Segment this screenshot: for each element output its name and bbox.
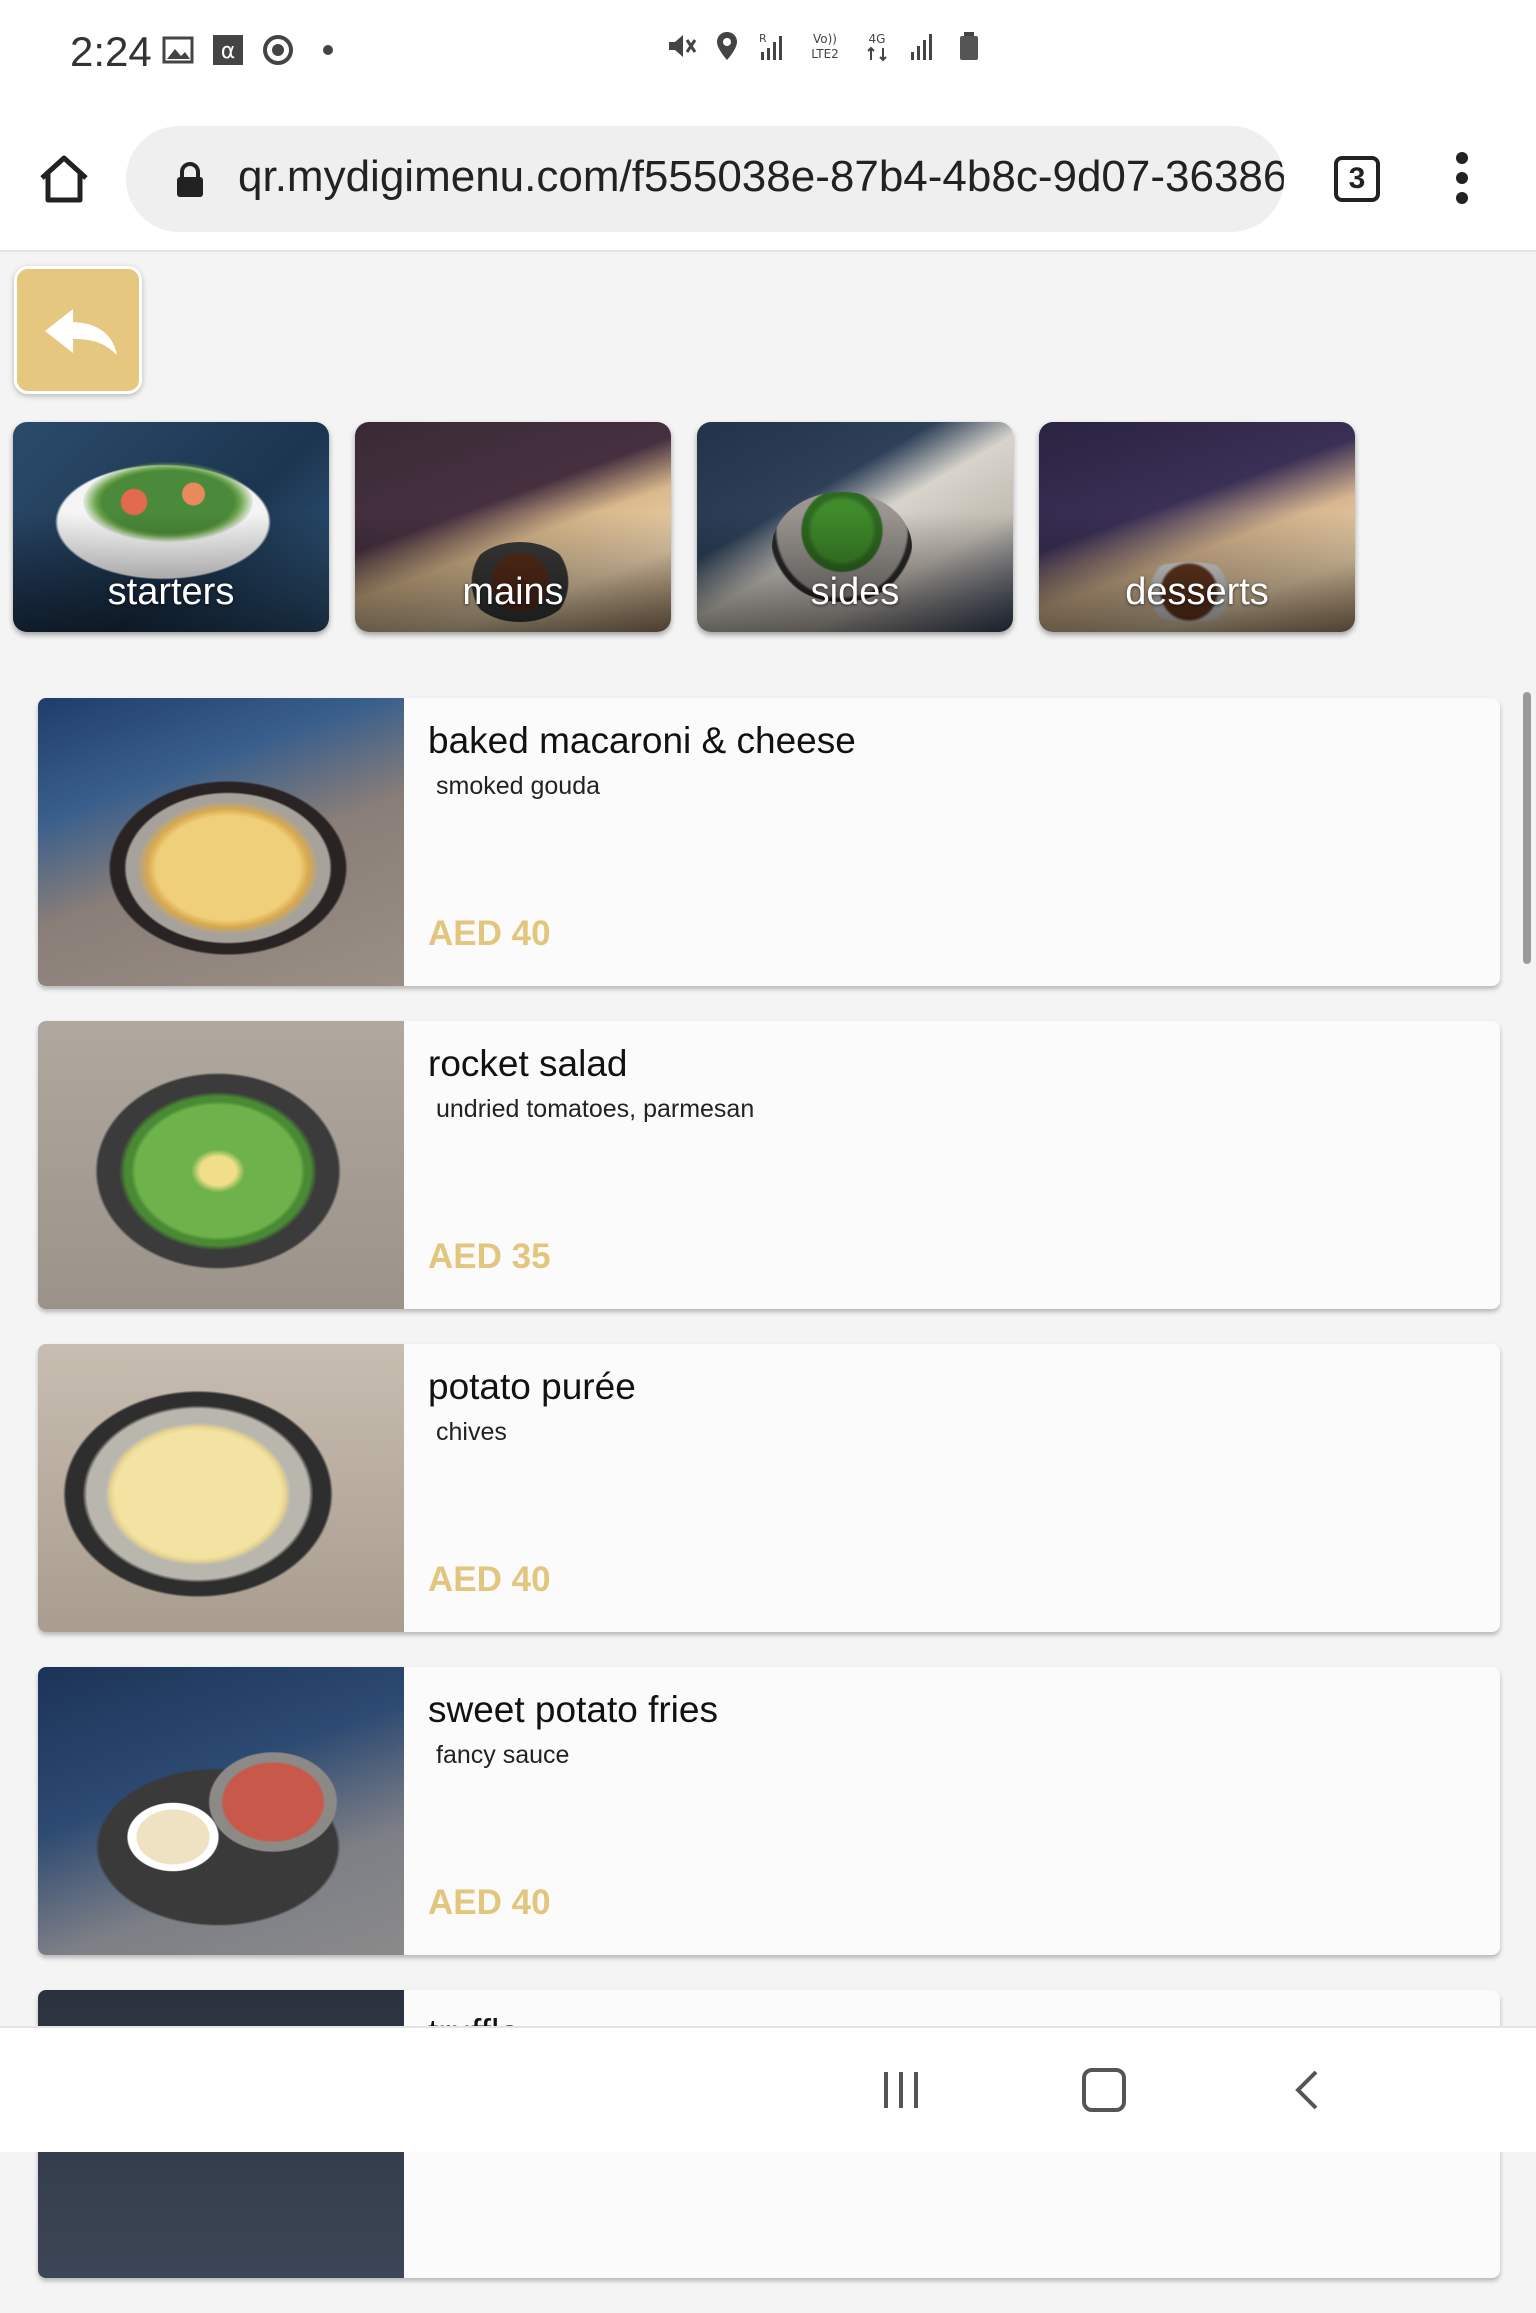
svg-text:α: α: [221, 39, 236, 64]
dish-title: sweet potato fries: [428, 1689, 718, 1730]
category-label: starters: [107, 571, 235, 613]
recent-apps-icon[interactable]: [880, 2068, 922, 2112]
dish-photo: [38, 1344, 404, 1632]
home-nav-icon[interactable]: [1082, 2068, 1126, 2112]
scrollbar-thumb[interactable]: [1523, 692, 1531, 964]
system-navigation-bar: [0, 2026, 1536, 2152]
home-icon[interactable]: [36, 150, 92, 206]
back-button[interactable]: [14, 266, 142, 394]
dish-price: AED 40: [428, 1883, 551, 1922]
dish-title: rocket salad: [428, 1043, 628, 1084]
category-tile-starters[interactable]: starters: [13, 422, 329, 632]
tab-switcher-button[interactable]: 3: [1334, 156, 1380, 202]
category-label: mains: [462, 571, 564, 613]
dish-description: undried tomatoes, parmesan: [436, 1095, 755, 1123]
browser-toolbar: qr.mydigimenu.com/f555038e-87b4-4b8c-9d0…: [0, 110, 1536, 252]
roaming-signal-icon: R: [759, 32, 782, 60]
svg-text:4G: 4G: [869, 32, 886, 46]
volte-lte2-icon: Vo))LTE2: [811, 32, 839, 61]
dish-title: baked macaroni & cheese: [428, 720, 856, 761]
alpha-icon: α: [213, 35, 243, 65]
dish-photo: [38, 1667, 404, 1955]
back-nav-icon[interactable]: [1290, 2068, 1322, 2112]
dot-icon: [323, 45, 333, 55]
menu-item-card[interactable]: baked macaroni & cheese smoked gouda AED…: [38, 698, 1500, 986]
dish-photo: [38, 1021, 404, 1309]
mute-vibrate-icon: [669, 35, 697, 57]
dish-price: AED 40: [428, 1560, 551, 1599]
status-bar: 2:24 α R Vo)) LTE2 4G: [0, 0, 1536, 110]
reply-arrow-icon: [45, 309, 117, 355]
menu-item-card[interactable]: sweet potato fries fancy sauce AED 40: [38, 1667, 1500, 1955]
overflow-menu-icon[interactable]: [1452, 152, 1472, 208]
category-label: desserts: [1125, 571, 1269, 613]
dish-price: AED 40: [428, 914, 551, 953]
status-time: 2:24: [70, 28, 152, 75]
image-icon: [162, 36, 194, 64]
category-tile-mains[interactable]: mains: [355, 422, 671, 632]
location-icon: [717, 32, 737, 60]
signal-icon: [911, 34, 932, 60]
dish-description: chives: [436, 1418, 507, 1446]
category-tabs: starters mains sides desserts: [13, 422, 1355, 632]
dish-photo: [38, 698, 404, 986]
battery-icon: [960, 32, 978, 60]
dish-description: smoked gouda: [436, 772, 601, 800]
url-text: qr.mydigimenu.com/f555038e-87b4-4b8c-9d0…: [238, 152, 1284, 201]
svg-text:R: R: [759, 32, 767, 45]
category-tile-sides[interactable]: sides: [697, 422, 1013, 632]
category-label: sides: [810, 571, 900, 613]
menu-item-card[interactable]: rocket salad undried tomatoes, parmesan …: [38, 1021, 1500, 1309]
lock-icon: [177, 162, 203, 197]
category-tile-desserts[interactable]: desserts: [1039, 422, 1355, 632]
dish-price: AED 35: [428, 1237, 551, 1276]
address-bar[interactable]: qr.mydigimenu.com/f555038e-87b4-4b8c-9d0…: [126, 126, 1284, 232]
svg-text:LTE2: LTE2: [811, 47, 839, 61]
play-circle-icon: [263, 35, 293, 65]
dish-title: potato purée: [428, 1366, 636, 1407]
svg-text:Vo)): Vo)): [813, 32, 837, 46]
dish-description: fancy sauce: [436, 1741, 570, 1769]
menu-item-card[interactable]: potato purée chives AED 40: [38, 1344, 1500, 1632]
4g-data-icon: 4G: [867, 32, 887, 62]
